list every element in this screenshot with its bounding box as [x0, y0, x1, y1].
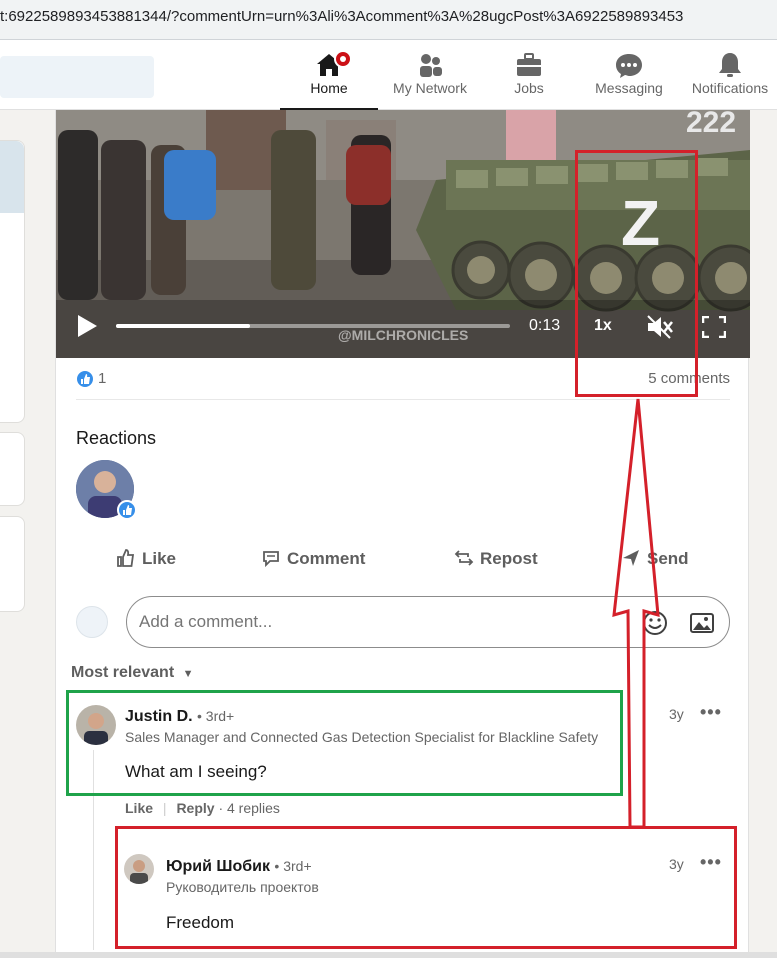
annotation-green-box-question — [66, 690, 623, 796]
chat-icon — [616, 54, 642, 78]
video-progress-fill — [116, 324, 250, 328]
search-box[interactable] — [0, 56, 154, 98]
caret-down-icon: ▼ — [182, 668, 194, 680]
nav-jobs-label: Jobs — [514, 80, 544, 96]
sort-label: Most relevant — [71, 664, 175, 681]
left-profile-card — [0, 140, 25, 423]
reactions-heading: Reactions — [76, 428, 157, 448]
nav-home[interactable]: Home — [280, 50, 378, 110]
replies-count[interactable]: · 4 replies — [218, 800, 279, 816]
browser-url-bar[interactable]: t:6922589893453881344/?commentUrn=urn%3A… — [0, 0, 777, 40]
thumbs-up-icon — [117, 549, 135, 567]
annotation-red-box-reply — [115, 826, 737, 949]
nav-jobs[interactable]: Jobs — [492, 50, 566, 110]
repost-button-label: Repost — [480, 549, 538, 568]
people-icon — [420, 54, 442, 77]
left-card-fragment — [0, 432, 25, 506]
notification-badge — [334, 50, 352, 68]
bottom-edge — [0, 952, 777, 958]
comment-reply-button[interactable]: Reply — [176, 800, 214, 816]
nav-messaging[interactable]: Messaging — [586, 50, 672, 110]
comment-like-button[interactable]: Like — [125, 800, 153, 816]
more-options-icon[interactable]: ••• — [700, 702, 722, 723]
comment-button[interactable]: Comment — [261, 548, 365, 574]
image-icon[interactable] — [689, 610, 715, 636]
video-time: 0:13 — [529, 317, 561, 334]
comment-actions: Like | Reply · 4 replies — [125, 800, 280, 816]
nav-my-network[interactable]: My Network — [382, 50, 478, 110]
nav-messaging-label: Messaging — [595, 80, 663, 96]
nav-home-label: Home — [310, 80, 348, 96]
nav-notifications-label: Notifications — [691, 80, 769, 96]
my-avatar — [76, 606, 108, 638]
nav-notifications[interactable]: Notifications — [684, 50, 776, 110]
like-button[interactable]: Like — [116, 548, 176, 574]
briefcase-icon — [517, 53, 541, 76]
video-watermark: @MILCHRONICLES — [338, 327, 468, 343]
like-button-label: Like — [142, 549, 177, 568]
like-count[interactable]: 1 — [98, 370, 106, 387]
video-progress-bar[interactable] — [116, 324, 510, 328]
url-text[interactable]: t:6922589893453881344/?commentUrn=urn%3A… — [0, 8, 683, 25]
comment-button-label: Comment — [287, 549, 366, 568]
comment-input[interactable] — [139, 609, 609, 635]
annotation-red-box-z-marking — [575, 150, 698, 397]
repost-icon — [454, 550, 474, 566]
nav-my-network-label: My Network — [393, 80, 467, 96]
play-icon[interactable] — [76, 314, 98, 338]
repost-button[interactable]: Repost — [454, 548, 538, 574]
like-reaction-icon — [76, 370, 94, 388]
top-navigation: Home My Network Jobs Messaging Notificat… — [0, 40, 777, 110]
fullscreen-icon[interactable] — [702, 316, 726, 338]
comments-sort-dropdown[interactable]: Most relevant ▼ — [71, 664, 193, 682]
reactor-like-badge-icon — [117, 500, 137, 520]
comment-timestamp: 3y — [669, 706, 684, 722]
person-blue-jacket — [164, 150, 216, 220]
left-card-fragment-links — [0, 516, 25, 612]
comment-icon — [263, 551, 279, 568]
bell-icon — [719, 53, 741, 77]
tank-number: 222 — [686, 110, 736, 139]
